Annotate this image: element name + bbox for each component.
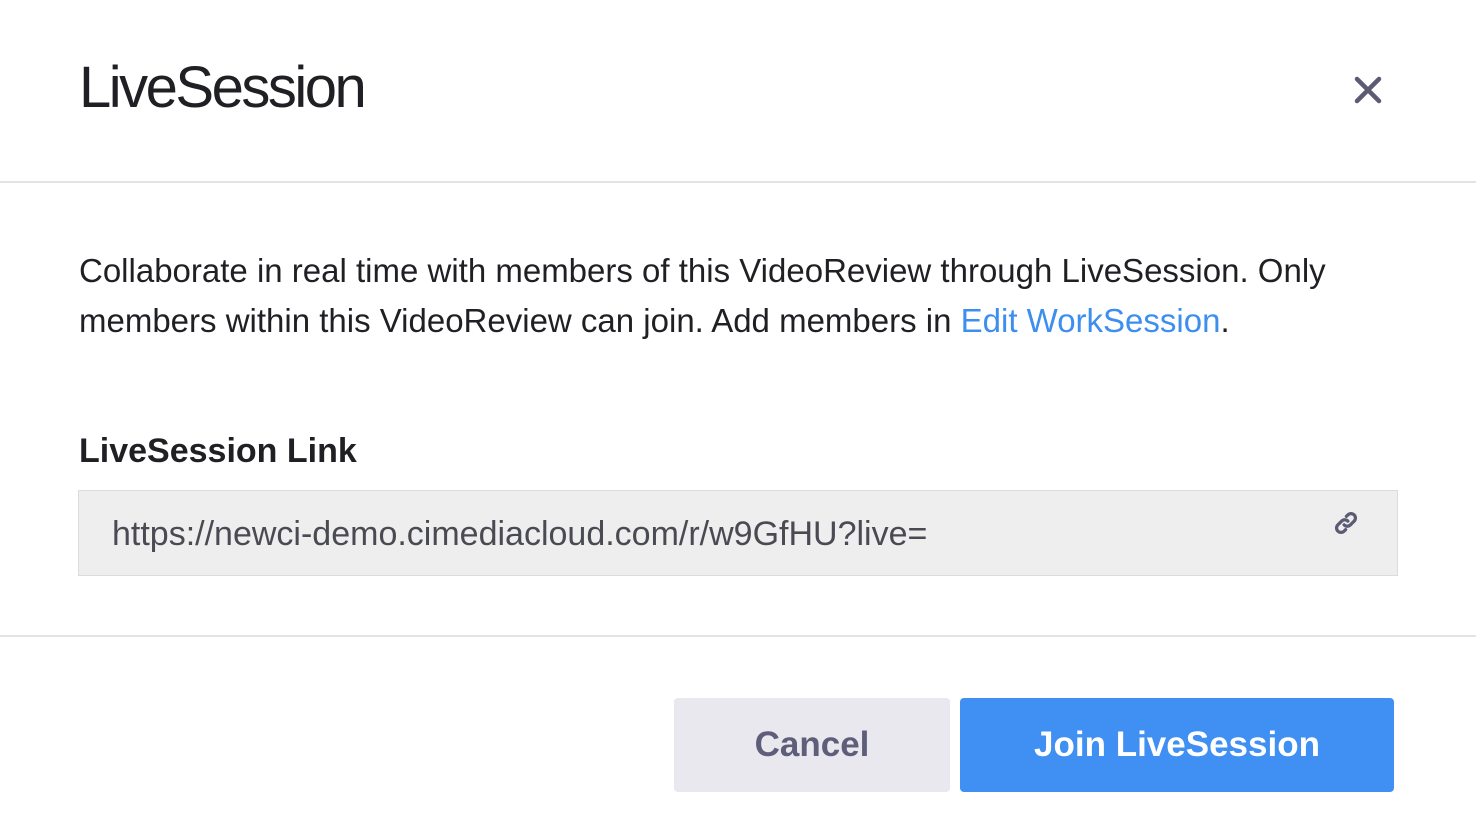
- livesession-modal: LiveSession Collaborate in real time wit…: [0, 0, 1476, 838]
- join-livesession-button[interactable]: Join LiveSession: [960, 698, 1394, 792]
- close-icon: [1354, 76, 1382, 104]
- link-icon[interactable]: [1331, 508, 1361, 538]
- close-button[interactable]: [1340, 62, 1396, 118]
- livesession-link-value[interactable]: https://newci-demo.cimediacloud.com/r/w9…: [112, 511, 927, 557]
- description: Collaborate in real time with members of…: [79, 246, 1399, 345]
- modal-header: LiveSession: [0, 0, 1476, 183]
- modal-footer: Cancel Join LiveSession: [0, 637, 1476, 838]
- edit-worksession-link[interactable]: Edit WorkSession: [961, 302, 1221, 339]
- cancel-button[interactable]: Cancel: [674, 698, 950, 792]
- modal-body: Collaborate in real time with members of…: [0, 183, 1476, 637]
- modal-title: LiveSession: [79, 55, 367, 120]
- livesession-link-field[interactable]: https://newci-demo.cimediacloud.com/r/w9…: [78, 490, 1398, 576]
- description-end: .: [1220, 301, 1230, 339]
- livesession-link-label: LiveSession Link: [79, 432, 357, 470]
